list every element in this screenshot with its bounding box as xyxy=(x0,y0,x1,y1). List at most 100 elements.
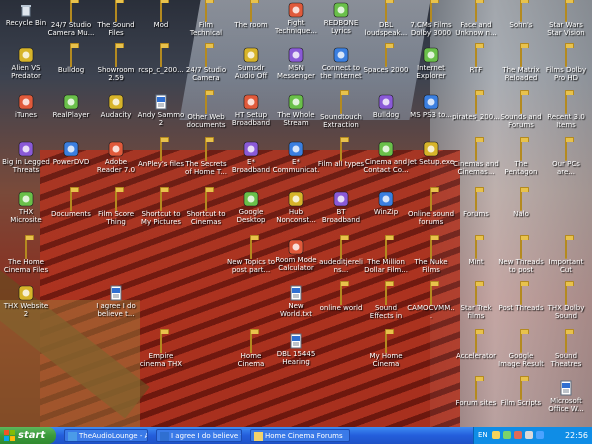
desktop-icon[interactable]: RealPlayer xyxy=(47,94,95,136)
start-button[interactable]: start xyxy=(0,427,56,444)
desktop-icon[interactable]: Post Threads xyxy=(497,284,545,327)
desktop-icon[interactable]: Star Wars Star Vision xyxy=(542,1,590,44)
desktop-icon[interactable]: Alien VS Predator xyxy=(2,47,50,89)
desktop-icon[interactable]: Shortcut to My Pictures xyxy=(137,190,185,233)
desktop-icon[interactable]: Online sound forums xyxy=(407,190,455,233)
desktop-icon[interactable]: Jet Setup.exe xyxy=(407,141,455,183)
desktop-icon[interactable]: Soundtouch Extraction xyxy=(317,93,365,136)
desktop-icon[interactable]: Our PCs are... xyxy=(542,140,590,183)
desktop-icon[interactable]: iTunes xyxy=(2,94,50,136)
antivirus-icon[interactable] xyxy=(514,431,522,439)
desktop-icon[interactable]: 24/7 Studio Camera Mus... xyxy=(182,46,230,89)
desktop-icon[interactable]: Cinema and Contact Co... xyxy=(362,141,410,183)
desktop-icon[interactable]: Documents xyxy=(47,190,95,233)
desktop-icon[interactable]: Empire cinema THX big screen xyxy=(137,332,185,375)
desktop-icon[interactable]: Room Mode Calculator xyxy=(272,239,320,281)
desktop-icon[interactable]: The Nuke Films xyxy=(407,238,455,281)
desktop-icon[interactable]: Spaces 2000 xyxy=(362,46,410,89)
desktop-icon[interactable]: Films Dolby Pro HD xyxy=(542,46,590,89)
desktop-icon[interactable]: Google Image Result for ht... xyxy=(497,332,545,375)
desktop-icon[interactable]: CAMOCVMM... xyxy=(407,284,455,327)
desktop-icon[interactable]: REDBONE Lyrics xyxy=(317,2,365,44)
desktop-icon[interactable]: Cinemas and Cinemas... xyxy=(452,140,500,183)
taskbar-button-audiolounge[interactable]: TheAudioLounge - A... xyxy=(64,429,148,442)
desktop-icon[interactable]: 24/7 Studio Camera Mu... xyxy=(47,1,95,44)
desktop-icon[interactable]: Sound Theatres xyxy=(542,332,590,375)
desktop-icon[interactable]: The Sound Files xyxy=(92,1,140,44)
desktop-icon[interactable]: Sounds and Forums xyxy=(497,93,545,136)
desktop-icon[interactable]: Face and Unknow n... xyxy=(452,1,500,44)
desktop-icon[interactable]: Recent 3.0 Items xyxy=(542,93,590,136)
desktop-icon[interactable]: New Threads to post xyxy=(497,238,545,281)
desktop-icon[interactable]: DBL loudspeak... xyxy=(362,1,410,44)
desktop-icon[interactable]: THX Microsite xyxy=(2,191,50,233)
desktop-icon[interactable]: Film Scripts xyxy=(497,379,545,422)
desktop-icon[interactable]: AnPley's files xyxy=(137,140,185,183)
desktop-icon[interactable]: HT Setup Broadband xyxy=(227,94,275,136)
desktop-icon[interactable]: Forum sites xyxy=(452,379,500,422)
desktop-icon[interactable]: Big in Legged Threats xyxy=(2,141,50,183)
desktop-icon[interactable]: Accelerator xyxy=(452,332,500,375)
taskbar-button-agree[interactable]: I agree I do believe t... xyxy=(156,429,242,442)
desktop-icon[interactable]: Fight Technique... xyxy=(272,2,320,44)
desktop-icon[interactable]: Hub Nonconst... xyxy=(272,191,320,233)
desktop-icon[interactable]: Recycle Bin xyxy=(2,2,50,44)
desktop-icon[interactable]: Connect to the Internet xyxy=(317,47,365,89)
desktop-icon[interactable]: The Matrix Reloaded Cu... xyxy=(497,46,545,89)
desktop-icon[interactable]: Bulldog xyxy=(47,46,95,89)
desktop-icon[interactable]: The room xyxy=(227,1,275,44)
desktop-icon[interactable]: E* Communicat... xyxy=(272,141,320,183)
desktop-icon[interactable]: Important Cut Markers... xyxy=(542,238,590,281)
desktop-icon[interactable]: PowerDVD xyxy=(47,141,95,183)
language-indicator[interactable]: EN xyxy=(478,427,488,444)
desktop-icon[interactable]: Other Web documents a... xyxy=(182,93,230,136)
desktop-icon[interactable]: MSN Messenger 7.5 xyxy=(272,47,320,89)
desktop[interactable]: Recycle Bin 24/7 Studio Camera Mu... The S… xyxy=(0,0,592,427)
desktop-icon[interactable]: Nalo xyxy=(497,190,545,233)
desktop-icon[interactable]: Andy Sammo 2 xyxy=(137,94,185,136)
desktop-icon[interactable]: MS PS3 to... xyxy=(407,94,455,136)
desktop-icon[interactable]: Film Score Thing xyxy=(92,190,140,233)
desktop-icon[interactable]: Showroom 2.59 xyxy=(92,46,140,89)
desktop-icon[interactable]: Microsoft Office W... xyxy=(542,380,590,422)
desktop-icon[interactable]: New Topics to post part... xyxy=(227,238,275,281)
desktop-icon[interactable]: Mod xyxy=(137,1,185,44)
desktop-icon[interactable]: Bulldog xyxy=(362,94,410,136)
desktop-icon[interactable]: online world xyxy=(317,284,365,327)
desktop-icon[interactable]: Audacity xyxy=(92,94,140,136)
desktop-icon[interactable]: Sound Effects in films xyxy=(362,284,410,327)
desktop-icon[interactable]: Internet Explorer xyxy=(407,47,455,89)
desktop-icon[interactable]: THX Website 2 xyxy=(2,285,50,327)
desktop-icon[interactable]: Google Desktop xyxy=(227,191,275,233)
desktop-icon[interactable]: pirates_200... xyxy=(452,93,500,136)
desktop-icon[interactable]: Shortcut to Cinemas xyxy=(182,190,230,233)
security-icon[interactable] xyxy=(503,431,511,439)
messenger-icon[interactable] xyxy=(536,431,544,439)
desktop-icon[interactable]: Film all types xyxy=(317,140,365,183)
desktop-icon[interactable]: 7.CMs Films Dolby 3000 xyxy=(407,1,455,44)
clock[interactable]: 22:56 xyxy=(565,427,588,444)
desktop-icon[interactable]: The Million Dollar Film... xyxy=(362,238,410,281)
desktop-icon[interactable]: audeditjerelins... xyxy=(317,238,365,281)
desktop-icon[interactable]: The Whole Stream xyxy=(272,94,320,136)
desktop-icon[interactable]: The Home Cinema Files xyxy=(2,238,50,281)
desktop-icon[interactable]: THX Dolby Sound xyxy=(542,284,590,327)
desktop-icon[interactable]: WinZip xyxy=(362,191,410,233)
desktop-icon[interactable]: Home Cinema Forums xyxy=(227,332,275,375)
desktop-icon[interactable]: Forums xyxy=(452,190,500,233)
desktop-icon[interactable]: My Home Cinema xyxy=(362,332,410,375)
desktop-icon[interactable]: The Secrets of Home T... xyxy=(182,140,230,183)
desktop-icon[interactable]: Star Trek films xyxy=(452,284,500,327)
desktop-icon[interactable]: Adobe Reader 7.0 xyxy=(92,141,140,183)
desktop-icon[interactable]: Film Technical Posts_files xyxy=(182,1,230,44)
desktop-icon[interactable]: DBL 15445 Hearing xyxy=(272,333,320,375)
desktop-icon[interactable]: The Pentagon xyxy=(497,140,545,183)
network-icon[interactable] xyxy=(492,431,500,439)
desktop-icon[interactable]: New World.txt xyxy=(272,285,320,327)
volume-icon[interactable] xyxy=(525,431,533,439)
desktop-icon[interactable]: Sohn's xyxy=(497,1,545,44)
desktop-icon[interactable]: E* Broadband Desktop Hub xyxy=(227,141,275,183)
desktop-icon[interactable]: RTF xyxy=(452,46,500,89)
desktop-icon[interactable]: Sumsdr Audio Off Website... xyxy=(227,47,275,89)
desktop-icon[interactable]: I agree I do believe t... xyxy=(92,285,140,327)
